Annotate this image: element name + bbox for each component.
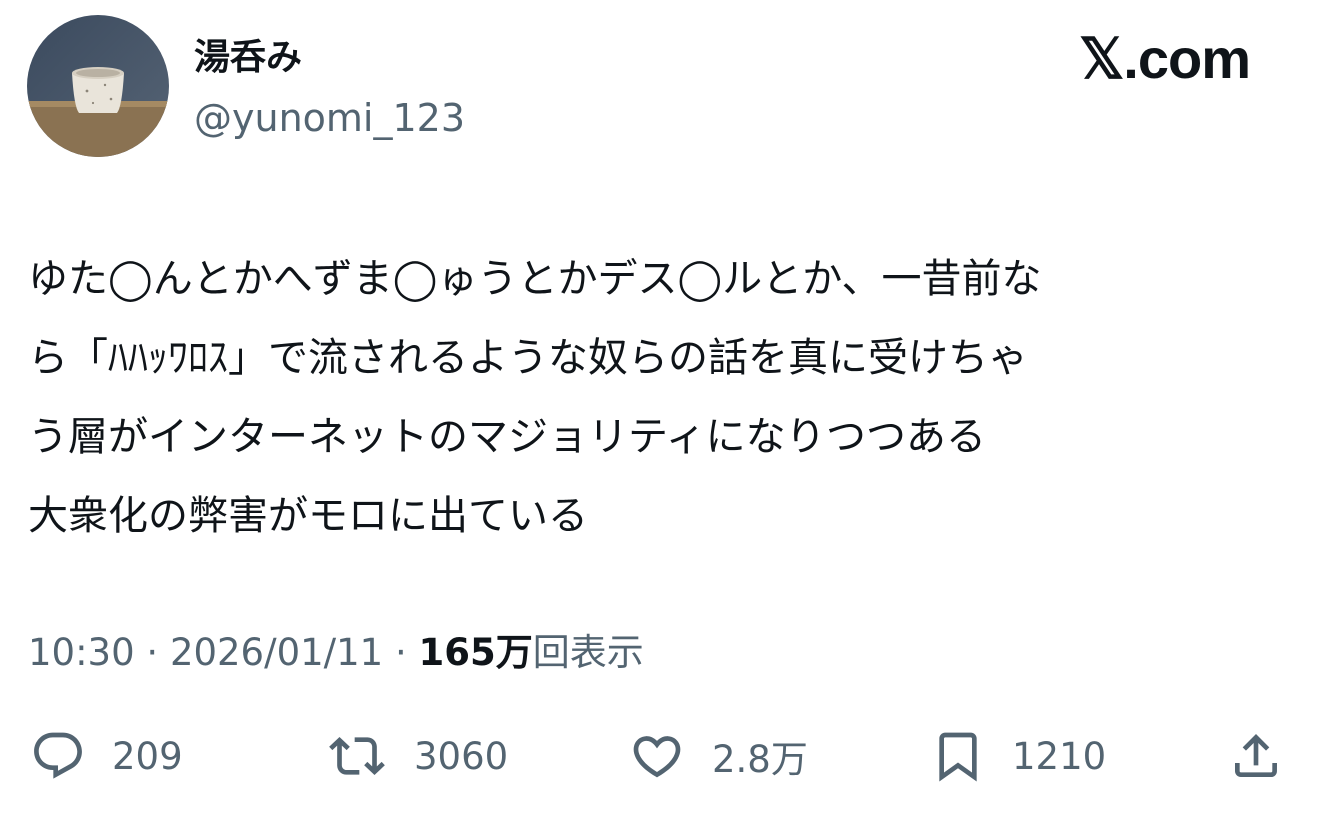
reply-count: 209 — [112, 734, 183, 778]
bookmark-count: 1210 — [1012, 734, 1107, 778]
share-icon — [1235, 734, 1277, 777]
views-count[interactable]: 165万 — [419, 631, 533, 674]
display-name[interactable]: 湯呑み — [194, 34, 302, 82]
tweet-text-line: う層がインターネットのマジョリティになりつつある — [28, 414, 986, 460]
reply-button[interactable]: 209 — [30, 724, 183, 788]
retweet-count: 3060 — [414, 734, 509, 778]
tweet-text-line: 大衆化の弊害がモロに出ている — [28, 493, 588, 539]
user-handle[interactable]: @yunomi_123 — [194, 94, 465, 142]
share-button[interactable] — [1228, 724, 1284, 788]
meta-separator: · — [134, 631, 170, 674]
action-bar: 209 3060 2.8万 1210 — [0, 724, 1320, 788]
tweet-date[interactable]: 2026/01/11 — [170, 631, 383, 674]
reply-icon — [34, 732, 82, 779]
tweet-time[interactable]: 10:30 — [28, 631, 135, 674]
meta-separator: · — [383, 631, 419, 674]
heart-icon — [633, 736, 681, 778]
retweet-icon — [329, 737, 385, 775]
bookmark-button[interactable]: 1210 — [930, 724, 1106, 788]
like-count: 2.8万 — [712, 738, 808, 781]
like-button[interactable]: 2.8万 — [628, 724, 808, 788]
teacup-avatar-icon — [27, 15, 169, 157]
avatar[interactable] — [27, 15, 169, 157]
tweet-text-line: ゆた◯んとかへずま◯ゅうとかデス◯ルとか、一昔前な — [28, 256, 1042, 302]
retweet-button[interactable]: 3060 — [326, 724, 508, 788]
site-logo: 𝕏.com — [1079, 27, 1251, 90]
views-label: 回表示 — [532, 631, 644, 674]
bookmark-icon — [939, 732, 977, 782]
tweet-meta: 10:30 · 2026/01/11 · 165万回表示 — [28, 628, 644, 678]
tweet-text-line: ら「ﾊﾊｯﾜﾛｽ」で流されるような奴らの話を真に受けちゃ — [28, 335, 1028, 381]
tweet-text: ゆた◯んとかへずま◯ゅうとかデス◯ルとか、一昔前な ら「ﾊﾊｯﾜﾛｽ」で流される… — [28, 240, 1300, 556]
